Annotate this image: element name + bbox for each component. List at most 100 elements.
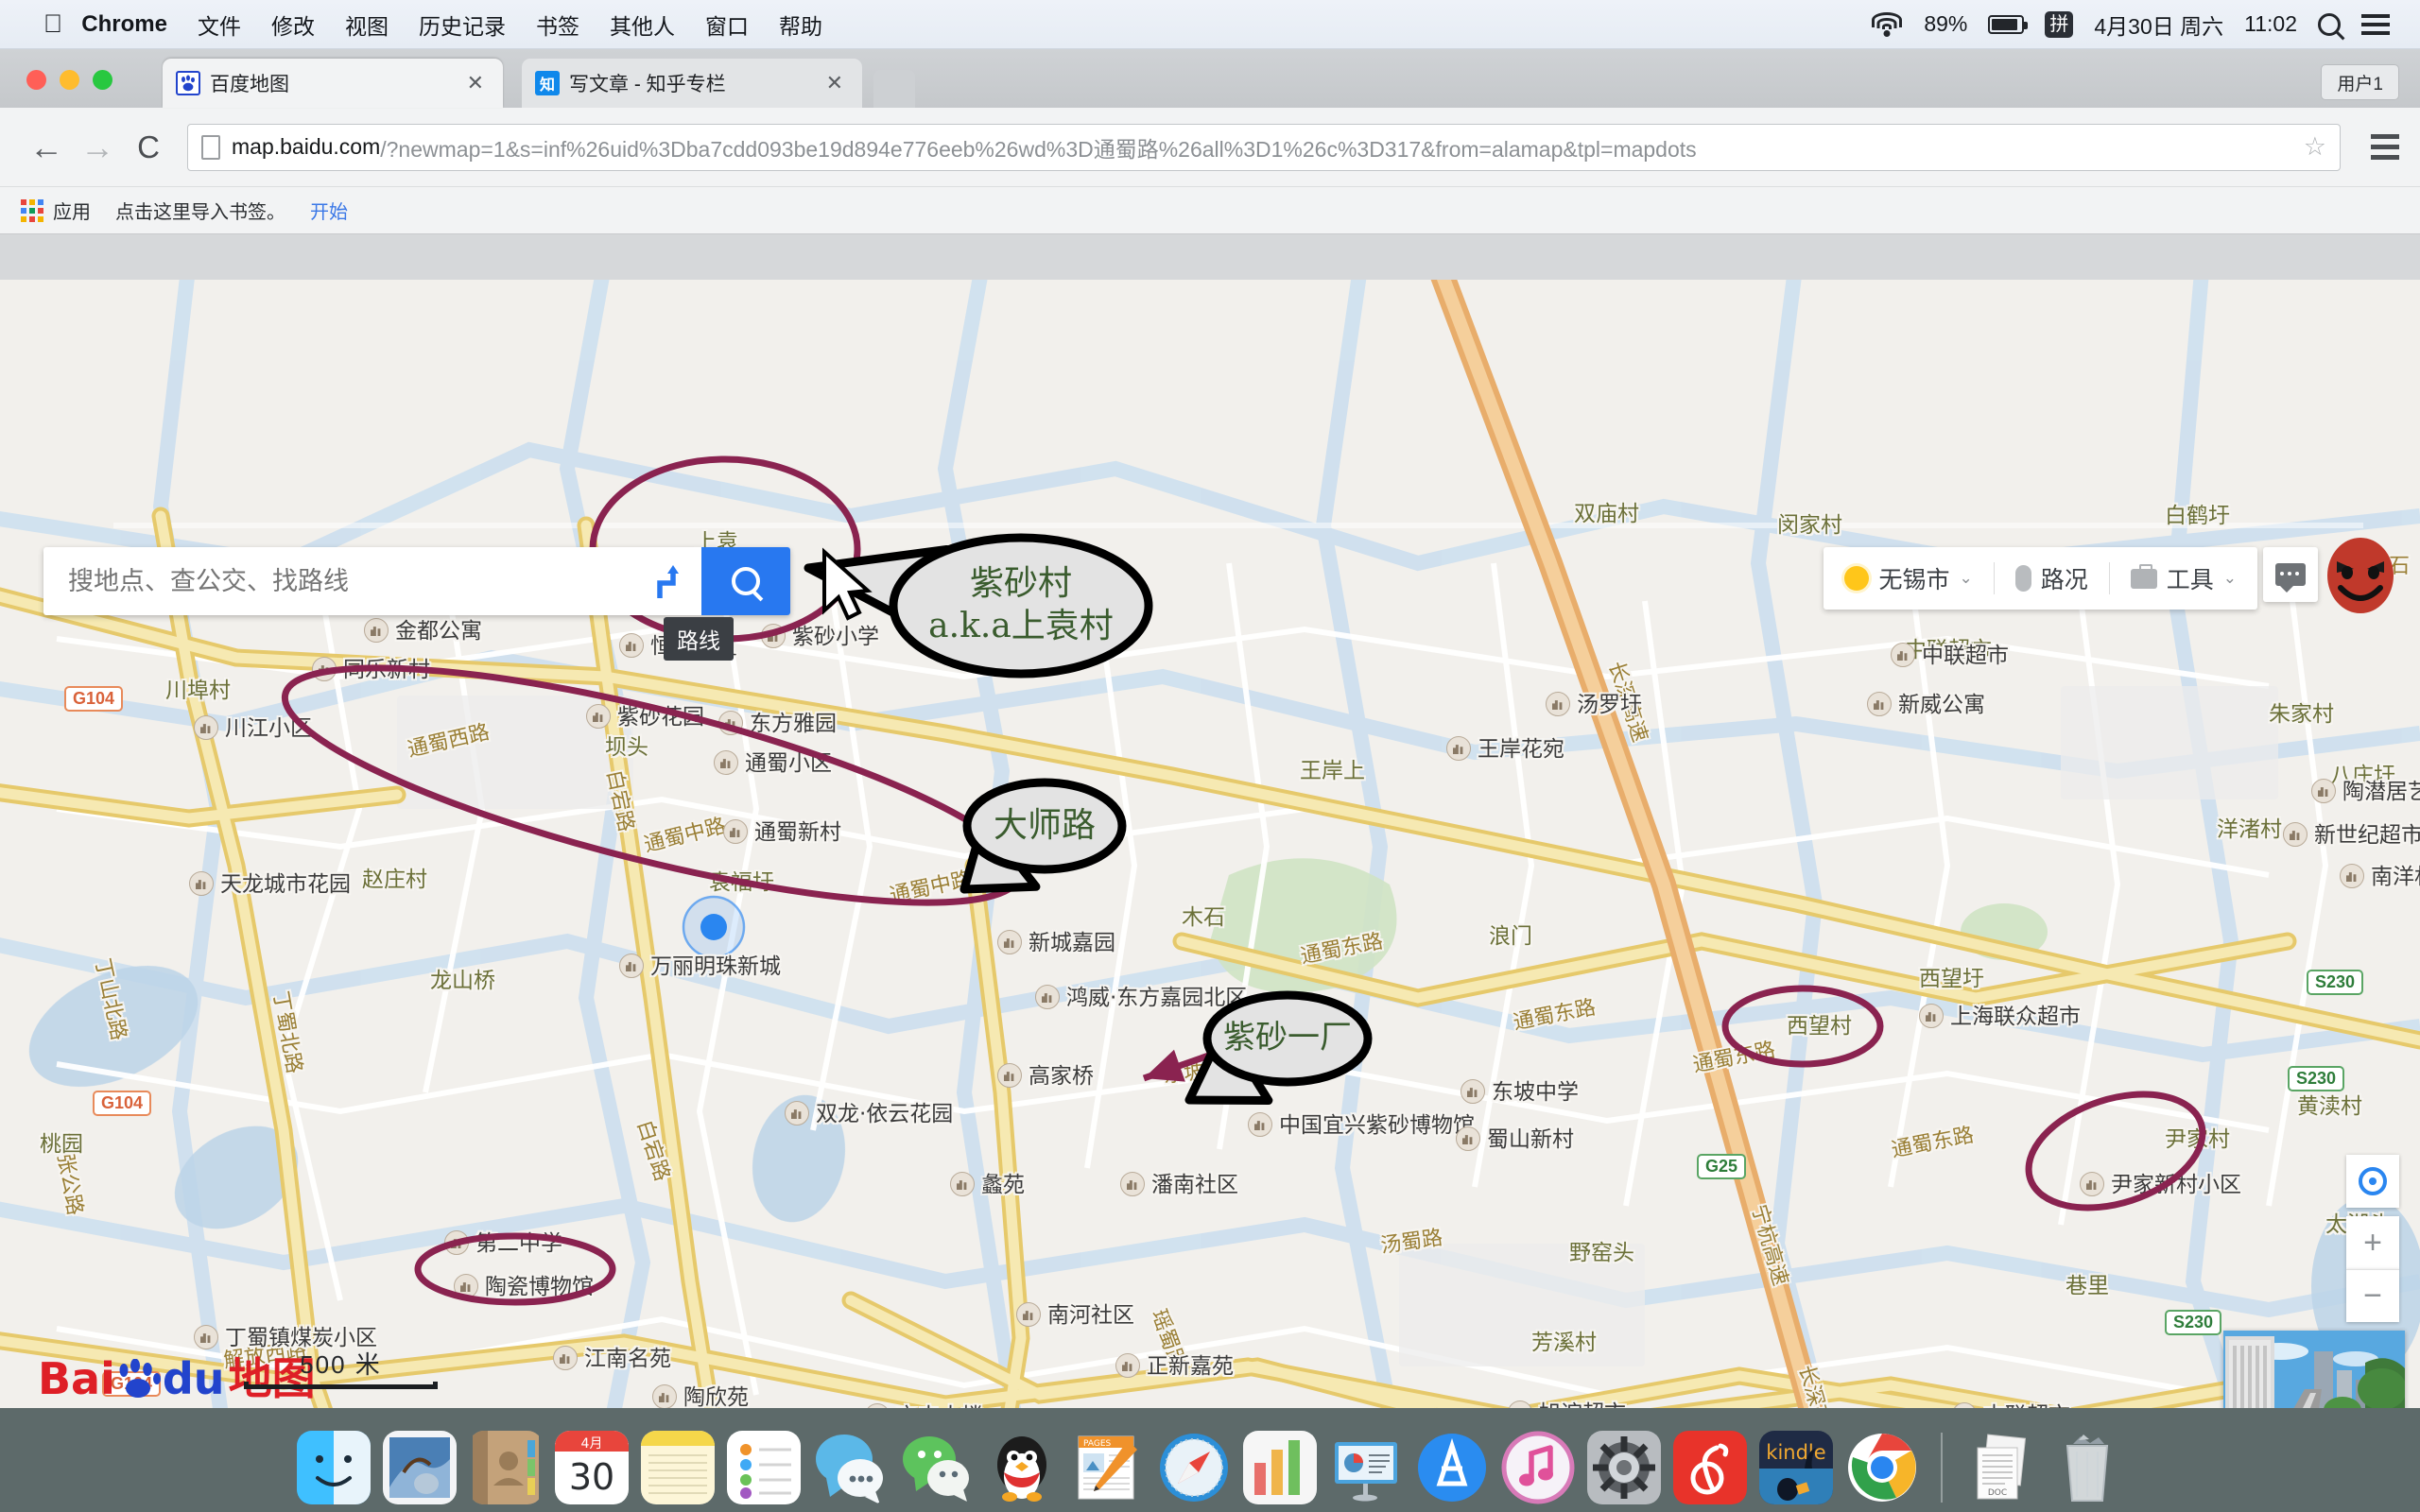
map-poi-label[interactable]: 南河社区 (1016, 1297, 1134, 1329)
dock-item-system-preferences[interactable] (1586, 1431, 1661, 1504)
map-poi-label[interactable]: 王岸花宛 (1446, 730, 1564, 763)
apple-menu-icon[interactable]:  (43, 11, 62, 37)
user-avatar[interactable] (2322, 537, 2399, 614)
import-bookmarks-start-link[interactable]: 开始 (310, 197, 348, 224)
new-tab-button[interactable] (873, 70, 915, 108)
map-poi-label[interactable]: 中联超市 (1891, 637, 2009, 669)
map-poi-label[interactable]: 正新嘉苑 (1115, 1348, 1234, 1380)
map-poi-label[interactable]: 上海联众超市 (1919, 998, 2081, 1030)
menu-item-history[interactable]: 历史记录 (419, 9, 506, 41)
map-poi-label[interactable]: 东坡中学 (1461, 1074, 1579, 1106)
dock-item-pages[interactable]: PAGES (1071, 1431, 1145, 1504)
map-poi-label[interactable]: 东方雅园 (718, 705, 837, 737)
battery-icon[interactable] (1988, 14, 2029, 34)
menu-item-window[interactable]: 窗口 (705, 9, 749, 41)
dock-item-mail[interactable] (382, 1431, 457, 1504)
zoom-out-button[interactable]: − (2346, 1269, 2399, 1322)
dock-item-keynote[interactable] (1329, 1431, 1403, 1504)
tab-zhihu-editor[interactable]: 知 写文章 - 知乎专栏 ✕ (522, 59, 862, 108)
map-poi-label[interactable]: 天龙城市花园 (189, 866, 351, 898)
dock-item-calendar[interactable]: 4月 30 (554, 1431, 629, 1504)
dock-item-messages[interactable] (813, 1431, 887, 1504)
map-search-box[interactable] (43, 547, 790, 615)
dock-item-numbers[interactable] (1242, 1431, 1317, 1504)
menu-item-help[interactable]: 帮助 (779, 9, 822, 41)
map-poi-label[interactable]: 汤罗圩 (1546, 686, 1642, 718)
dock-item-chrome[interactable] (1845, 1431, 1919, 1504)
search-input[interactable] (43, 547, 631, 615)
dock-item-reminders[interactable] (726, 1431, 801, 1504)
spotlight-search-icon[interactable] (2318, 12, 2341, 36)
baidu-map-canvas[interactable]: 通蜀西路 通蜀中路 通蜀中路 通蜀东路 通蜀东路 通蜀东路 通蜀东路 白宕路 白宕路 丁蜀北路 丁山… (0, 280, 2420, 1457)
search-submit-button[interactable] (701, 547, 790, 615)
map-poi-label[interactable]: 万丽明珠新城 (619, 948, 781, 980)
maximize-window-button[interactable] (93, 70, 112, 90)
bookmark-apps-label[interactable]: 应用 (53, 197, 91, 224)
menu-item-view[interactable]: 视图 (345, 9, 389, 41)
map-poi-label[interactable]: 中国宜兴紫砂博物馆 (1248, 1107, 1475, 1139)
map-poi-label[interactable]: 双龙·依云花园 (785, 1095, 953, 1127)
map-poi-label[interactable]: 蜀山新村 (1456, 1121, 1574, 1153)
dock-item-finder[interactable] (296, 1431, 371, 1504)
menu-item-people[interactable]: 其他人 (610, 9, 675, 41)
map-poi-label[interactable]: 通蜀小区 (714, 745, 832, 777)
map-poi-label[interactable]: 陶潜居艺术 (2311, 773, 2420, 805)
map-poi-label[interactable]: 陶欣苑 (652, 1379, 749, 1411)
menu-item-chrome[interactable]: Chrome (81, 11, 167, 38)
map-poi-label[interactable]: 新城嘉园 (997, 924, 1115, 956)
map-poi-label[interactable]: 高家桥 (997, 1057, 1094, 1090)
wifi-icon[interactable] (1871, 11, 1903, 37)
window-traffic-lights[interactable] (26, 70, 112, 90)
dock-item-qq[interactable] (985, 1431, 1059, 1504)
dock-item-documents-stack[interactable]: DOC (1964, 1431, 2038, 1504)
dock-item-notes[interactable] (640, 1431, 715, 1504)
map-poi-label[interactable]: 江南名苑 (553, 1340, 671, 1372)
map-poi-label[interactable]: 第二中学 (444, 1225, 562, 1257)
map-poi-label[interactable]: 鸿威·东方嘉园北区 (1035, 979, 1247, 1011)
back-button[interactable]: ← (21, 129, 72, 164)
traffic-toggle[interactable]: 路况 (2014, 561, 2088, 595)
dock-item-kindle[interactable]: kindle (1758, 1431, 1833, 1504)
feedback-button[interactable] (2263, 547, 2318, 602)
dock-item-safari[interactable] (1157, 1431, 1231, 1504)
map-poi-label[interactable]: 通蜀新村 (723, 814, 841, 846)
close-tab-button[interactable]: ✕ (461, 71, 490, 95)
dock-item-netease-music[interactable] (1672, 1431, 1747, 1504)
map-poi-label[interactable]: 陶瓷博物馆 (454, 1268, 594, 1300)
address-bar[interactable]: map.baidu.com /?newmap=1&s=inf%26uid%3Db… (187, 123, 2341, 171)
notification-center-icon[interactable] (2361, 13, 2390, 35)
map-poi-label[interactable]: 同乐新村 (312, 651, 430, 683)
close-tab-button[interactable]: ✕ (821, 71, 849, 95)
dock-item-wechat[interactable] (899, 1431, 973, 1504)
user-profile-button[interactable]: 用户1 (2321, 64, 2399, 100)
dock-item-contacts[interactable] (469, 1431, 543, 1504)
route-directions-button[interactable] (631, 547, 701, 615)
map-poi-label[interactable]: 紫砂小学 (761, 618, 879, 650)
map-poi-label[interactable]: 金都公寓 (364, 612, 482, 644)
input-method-indicator[interactable]: 拼 (2045, 10, 2074, 38)
map-poi-label[interactable]: 紫砂花园 (586, 698, 704, 730)
map-poi-label[interactable]: 南洋村 (2340, 858, 2420, 890)
apps-grid-icon[interactable] (21, 198, 43, 222)
dock-item-itunes[interactable] (1501, 1431, 1575, 1504)
dock-item-trash[interactable] (2050, 1431, 2124, 1504)
zoom-in-button[interactable]: + (2346, 1216, 2399, 1269)
tab-baidu-map[interactable]: 百度地图 ✕ (163, 59, 503, 108)
bookmark-star-icon[interactable]: ☆ (2292, 132, 2326, 162)
locate-me-button[interactable] (2346, 1155, 2399, 1208)
dock-item-appstore[interactable] (1415, 1431, 1489, 1504)
menu-item-file[interactable]: 文件 (198, 9, 241, 41)
reload-button[interactable]: C (123, 129, 174, 165)
map-poi-label[interactable]: 新威公寓 (1867, 686, 1985, 718)
chrome-menu-icon[interactable] (2371, 134, 2399, 160)
close-window-button[interactable] (26, 70, 46, 90)
page-info-icon[interactable] (201, 134, 220, 160)
menu-item-bookmarks[interactable]: 书签 (536, 9, 579, 41)
menubar-clock[interactable]: 11:02 (2244, 11, 2297, 37)
menu-item-edit[interactable]: 修改 (271, 9, 315, 41)
map-poi-label[interactable]: 潘南社区 (1120, 1166, 1238, 1198)
tools-menu[interactable]: 工具 ⌄ (2130, 561, 2237, 595)
map-poi-label[interactable]: 新世纪超市 (2283, 816, 2420, 849)
map-poi-label[interactable]: 尹家新村小区 (2080, 1166, 2241, 1198)
map-poi-label[interactable]: 川江小区 (194, 710, 312, 742)
